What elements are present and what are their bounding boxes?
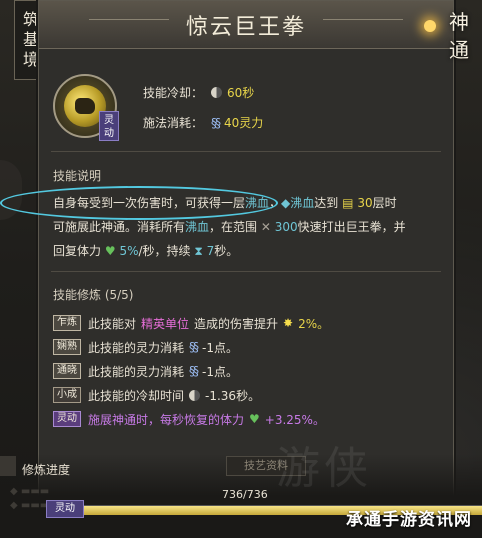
progress-count: 736/736 bbox=[222, 488, 268, 501]
skill-panel: 惊云巨王拳 灵动 技能冷却： 60秒 施法消耗： §§ 40灵力 技能说明 自身每… bbox=[38, 0, 454, 512]
desc-text: 回复体力 bbox=[53, 244, 102, 258]
cooldown-icon bbox=[211, 87, 223, 98]
realm-char: 境 bbox=[22, 50, 39, 69]
cooldown-value: 60秒 bbox=[227, 86, 255, 100]
range-icon: ✕ bbox=[260, 220, 271, 234]
cost-value: 40灵力 bbox=[224, 116, 264, 130]
sun-icon bbox=[415, 11, 445, 41]
mod-text: 施展神通时，每秒恢复的体力 bbox=[88, 412, 245, 427]
scroll-icon: ▤ bbox=[342, 196, 354, 210]
brand-char: 神 bbox=[449, 10, 469, 34]
watermark-logo: 游侠 bbox=[276, 443, 372, 494]
title-ornament-right bbox=[323, 19, 403, 20]
mod-text: 造成的伤害提升 bbox=[194, 316, 279, 331]
realm-char: 基 bbox=[22, 30, 39, 49]
mana-icon: §§ bbox=[189, 340, 199, 354]
list-item: 灵动 施展神通时，每秒恢复的体力 ♥ +3.25%。 bbox=[53, 407, 441, 431]
desc-text: 快速打出巨王拳，并 bbox=[297, 220, 406, 234]
list-item: 乍炼 此技能对 精英单位 造成的伤害提升 ✸ 2%。 bbox=[53, 311, 441, 335]
title-bar: 惊云巨王拳 bbox=[39, 1, 453, 49]
cultivation-heading: 技能修炼 (5/5) bbox=[53, 288, 134, 302]
blood-icon: ◆ bbox=[281, 196, 291, 210]
progress-heading: 修炼进度 bbox=[22, 463, 71, 477]
mod-text: 此技能的灵力消耗 bbox=[88, 340, 185, 355]
list-item: 通晓 此技能的灵力消耗 §§ -1点。 bbox=[53, 359, 441, 383]
cultivation-badge: 娴熟 bbox=[53, 339, 81, 355]
description-heading: 技能说明 bbox=[53, 169, 102, 183]
potion-icon: ♥ bbox=[104, 244, 116, 258]
mod-text: 此技能的灵力消耗 bbox=[88, 364, 185, 379]
mod-value: 2%。 bbox=[298, 316, 330, 331]
cultivation-list: 乍炼 此技能对 精英单位 造成的伤害提升 ✸ 2%。 娴熟 此技能的灵力消耗 §§ -1… bbox=[53, 311, 441, 431]
desc-text: 达到 bbox=[314, 196, 339, 210]
mod-keyword: 精英单位 bbox=[141, 316, 190, 331]
desc-number: 300 bbox=[274, 220, 298, 234]
cost-label: 施法消耗： bbox=[143, 116, 204, 130]
cooldown-icon bbox=[189, 389, 201, 401]
hourglass-icon: ⧗ bbox=[194, 244, 203, 258]
watermark-text: 承通手游资讯网 bbox=[346, 510, 472, 530]
cooldown-row: 技能冷却： 60秒 bbox=[143, 84, 254, 101]
sparkle-icon: ✸ bbox=[283, 316, 294, 330]
mana-icon: §§ bbox=[189, 364, 199, 378]
cooldown-label: 技能冷却： bbox=[143, 86, 204, 100]
desc-keyword: 沸血 bbox=[290, 196, 315, 210]
title-ornament-left bbox=[89, 19, 169, 20]
desc-text: ，在范围 bbox=[209, 220, 258, 234]
mod-value: +3.25%。 bbox=[264, 412, 325, 427]
skill-title: 惊云巨王拳 bbox=[185, 14, 306, 40]
divider bbox=[51, 151, 441, 152]
desc-number: 5% bbox=[119, 244, 139, 258]
potion-icon: ♥ bbox=[249, 412, 260, 426]
mod-value: -1点。 bbox=[202, 340, 238, 355]
highlight-circle bbox=[0, 186, 278, 220]
brand-char: 通 bbox=[449, 38, 469, 62]
cost-row: 施法消耗： §§ 40灵力 bbox=[143, 114, 263, 131]
mod-text: 此技能的冷却时间 bbox=[88, 388, 185, 403]
divider bbox=[51, 271, 441, 272]
progress-badge: 灵动 bbox=[46, 500, 84, 518]
mana-icon: §§ bbox=[211, 115, 221, 130]
brand-logo: 神 通 bbox=[442, 8, 476, 78]
desc-text: /秒，持续 bbox=[138, 244, 191, 258]
list-item: 小成 此技能的冷却时间 -1.36秒。 bbox=[53, 383, 441, 407]
cultivation-badge: 灵动 bbox=[53, 411, 81, 427]
cultivation-badge: 通晓 bbox=[53, 363, 81, 379]
desc-keyword: 沸血 bbox=[185, 220, 210, 234]
list-item: 娴熟 此技能的灵力消耗 §§ -1点。 bbox=[53, 335, 441, 359]
mod-value: -1点。 bbox=[202, 364, 238, 379]
background-list-ghost: ◆ ▬▬▬ ◆ ▬▬▬ bbox=[10, 486, 50, 511]
skill-type-badge: 灵动 bbox=[99, 111, 119, 141]
realm-char: 筑 bbox=[22, 10, 39, 29]
background-tab-ghost bbox=[0, 456, 16, 476]
desc-number: 30 bbox=[357, 196, 373, 210]
cultivation-badge: 小成 bbox=[53, 387, 81, 403]
cultivation-badge: 乍炼 bbox=[53, 315, 81, 331]
mod-text: 此技能对 bbox=[88, 316, 137, 331]
mod-value: -1.36秒。 bbox=[205, 388, 261, 403]
desc-text: 可施展此神通。消耗所有 bbox=[53, 220, 186, 234]
desc-text: 秒。 bbox=[214, 244, 239, 258]
desc-text: 层时 bbox=[372, 196, 397, 210]
